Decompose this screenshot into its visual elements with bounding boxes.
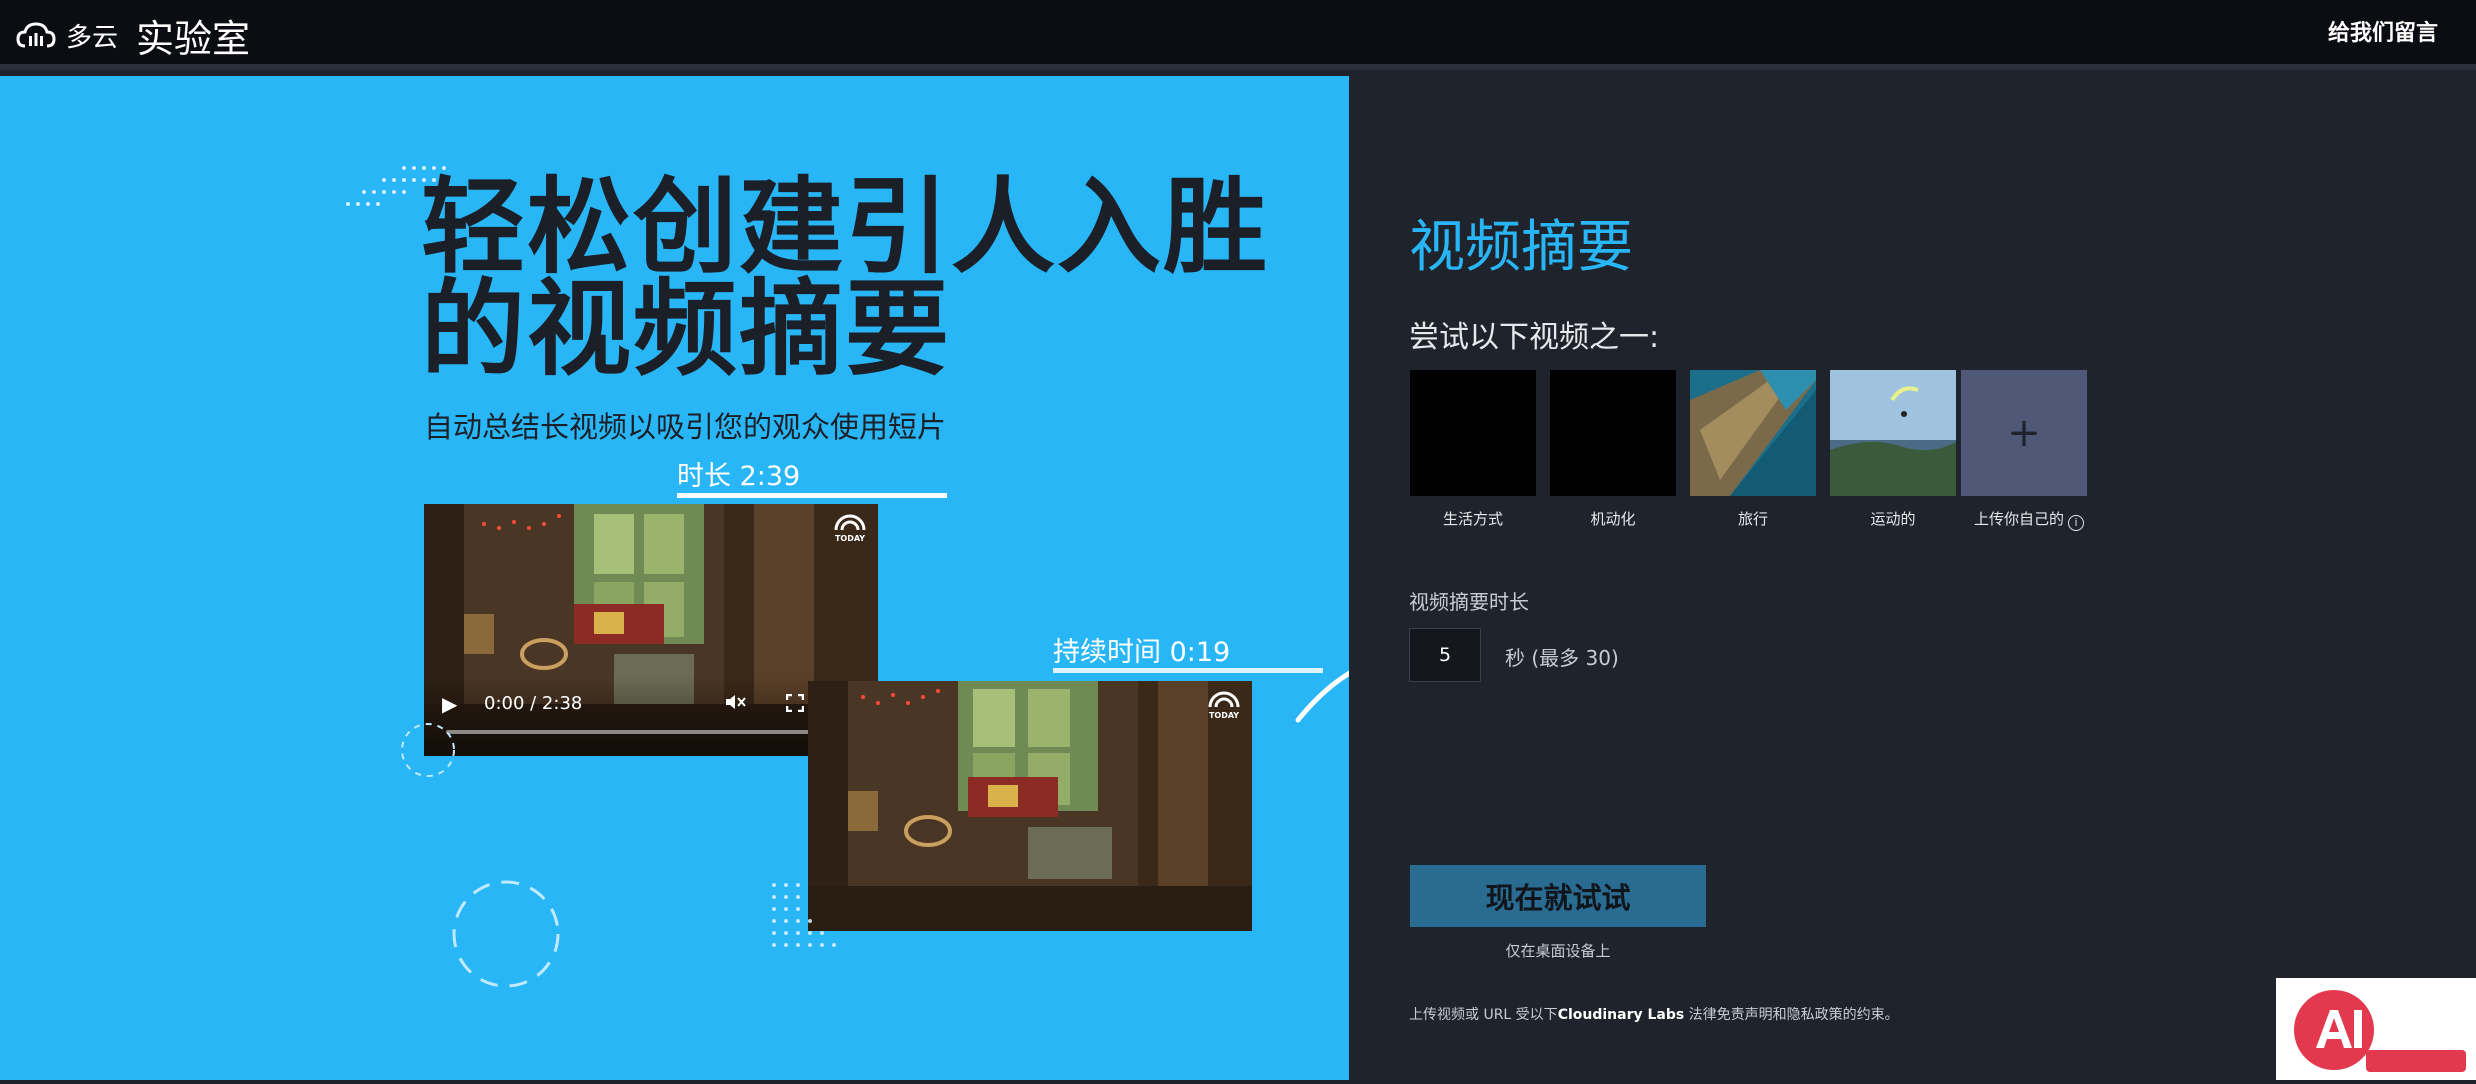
watermark-logo-icon [2294, 990, 2466, 1072]
hero-subhead: 自动总结长视频以吸引您的观众使用短片 [424, 410, 947, 444]
headline-line-1: 轻松创建引人入胜 [421, 166, 1270, 288]
summary-duration-label: 持续时间 0:19 [1053, 637, 1231, 668]
legal-prefix: 上传视频或 URL 受以下 [1409, 1007, 1558, 1023]
hero-section: 轻松创建引人入胜 的视频摘要 自动总结长视频以吸引您的观众使用短片 时长 2:3… [0, 76, 1349, 1080]
svg-text:TODAY: TODAY [835, 534, 865, 542]
summary-length-input[interactable] [1409, 628, 1481, 682]
original-duration-underline [677, 493, 947, 498]
svg-text:TODAY: TODAY [1209, 711, 1239, 719]
sample-label-lifestyle: 生活方式 [1442, 510, 1503, 528]
decorative-dashed-circle-large [452, 880, 560, 988]
sample-video-lifestyle[interactable] [1410, 370, 1536, 496]
logo[interactable]: 多云 实验室 [16, 8, 250, 62]
today-logo-icon: TODAY [834, 514, 866, 542]
upload-own-video-tile[interactable]: + [1961, 370, 2087, 496]
sample-video-travel[interactable] [1690, 370, 1816, 496]
summary-video-frame-image [808, 681, 1252, 931]
play-icon[interactable]: ▶ [442, 692, 457, 716]
original-duration-label: 时长 2:39 [677, 461, 801, 492]
info-icon[interactable]: i [2068, 515, 2084, 531]
mute-icon[interactable] [724, 692, 746, 712]
plus-icon: + [2007, 410, 2041, 456]
player-time: 0:00 / 2:38 [484, 693, 583, 714]
player-progress-bar[interactable] [446, 730, 858, 734]
sample-video-motorized[interactable] [1550, 370, 1676, 496]
curved-arrow-icon [1295, 670, 1349, 723]
decorative-dots-bottom [772, 883, 836, 947]
summary-panel: 视频摘要 尝试以下视频之一: + 生活方式 机动化 旅行 运动的 上传你自己的 i… [1349, 76, 2476, 1080]
try-now-button[interactable]: 现在就试试 [1410, 865, 1706, 927]
summary-length-label: 视频摘要时长 [1409, 590, 1529, 614]
legal-brand-link[interactable]: Cloudinary Labs [1558, 1007, 1685, 1023]
sample-videos-label: 尝试以下视频之一: [1409, 320, 1660, 355]
sample-label-upload: 上传你自己的 i [1954, 508, 2104, 531]
fullscreen-icon[interactable] [786, 694, 804, 712]
travel-thumbnail-image [1690, 370, 1816, 496]
legal-suffix: 法律免责声明和隐私政策的约束。 [1684, 1007, 1899, 1023]
lab-title: 实验室 [136, 16, 251, 61]
sample-label-travel: 旅行 [1737, 510, 1768, 528]
watermark-badge [2276, 978, 2476, 1080]
summary-today-logo-icon: TODAY [1208, 691, 1240, 719]
headline-line-2: 的视频摘要 [421, 268, 952, 390]
desktop-only-note: 仅在桌面设备上 [1505, 942, 1611, 960]
upload-label-text: 上传你自己的 [1973, 510, 2064, 528]
sample-label-sports: 运动的 [1870, 510, 1916, 528]
brand-name: 多云 [66, 22, 119, 53]
legal-notice: 上传视频或 URL 受以下Cloudinary Labs 法律免责声明和隐私政策… [1409, 1004, 1899, 1024]
summary-video-preview[interactable]: TODAY [808, 681, 1252, 931]
top-bar: 多云 实验室 给我们留言 [0, 0, 2476, 70]
panel-title: 视频摘要 [1409, 215, 1633, 280]
sports-thumbnail-image [1830, 370, 1956, 496]
cloud-logo-icon [16, 22, 56, 48]
hero-headline: 轻松创建引人入胜 的视频摘要 [421, 166, 1281, 390]
summary-duration-underline [1053, 668, 1323, 673]
sample-video-sports[interactable] [1830, 370, 1956, 496]
summary-length-unit: 秒 (最多 30) [1505, 646, 1619, 670]
feedback-link[interactable]: 给我们留言 [2328, 15, 2438, 47]
decorative-dashed-circle-small [401, 723, 455, 777]
sample-label-motorized: 机动化 [1590, 510, 1636, 528]
